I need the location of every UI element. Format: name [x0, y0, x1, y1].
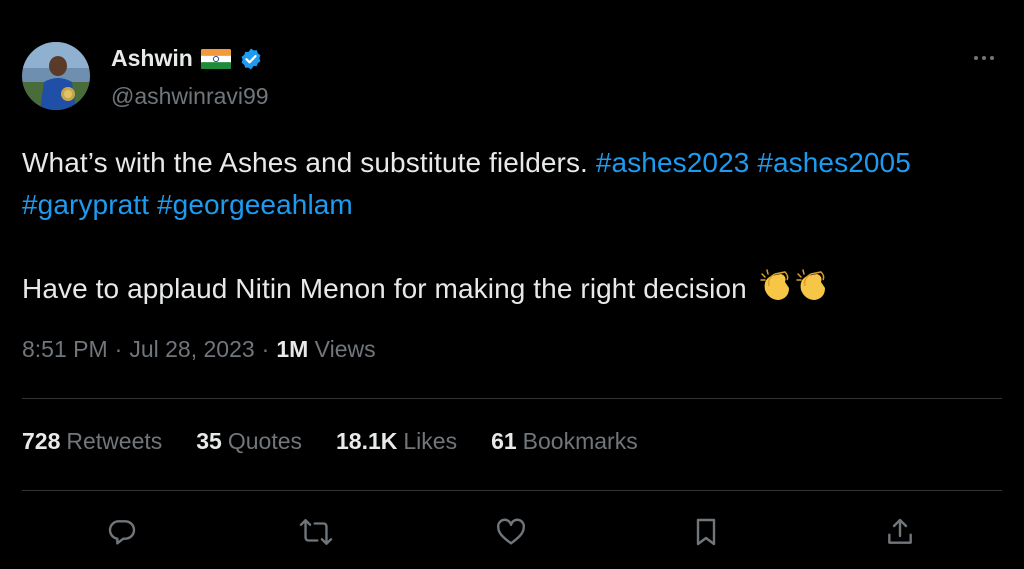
quotes-stat[interactable]: 35 Quotes [196, 428, 302, 455]
views-count: 1M [276, 336, 309, 362]
reply-icon [108, 520, 136, 545]
stat-count: 35 [196, 428, 222, 454]
like-icon [496, 518, 526, 545]
stat-label: Bookmarks [522, 428, 638, 454]
avatar[interactable] [22, 42, 90, 110]
bookmark-button[interactable] [688, 514, 724, 550]
divider [22, 490, 1002, 491]
stat-count: 728 [22, 428, 61, 454]
meta-separator: · [114, 336, 123, 362]
tweet-text-line1: What’s with the Ashes and substitute fie… [22, 147, 588, 178]
stat-count: 18.1K [336, 428, 398, 454]
reply-button[interactable] [104, 514, 140, 550]
stat-label: Likes [403, 428, 458, 454]
retweets-stat[interactable]: 728 Retweets [22, 428, 162, 455]
stat-label: Quotes [227, 428, 302, 454]
tweet-text: What’s with the Ashes and substitute fie… [22, 142, 1007, 316]
hashtag-link[interactable]: #georgeeahlam [157, 189, 353, 220]
author-display-name[interactable]: Ashwin [111, 45, 193, 72]
hashtag-link[interactable]: #ashes2005 [757, 147, 911, 178]
retweet-button[interactable] [298, 514, 334, 550]
bookmarks-stat[interactable]: 61 Bookmarks [491, 428, 638, 455]
action-bar [0, 506, 1024, 556]
tweet-date[interactable]: Jul 28, 2023 [129, 336, 254, 363]
tweet-text-line3: Have to applaud Nitin Menon for making t… [22, 273, 747, 304]
share-button[interactable] [882, 514, 918, 550]
bookmark-icon [696, 518, 716, 546]
views-label: Views [314, 336, 376, 362]
tweet-time[interactable]: 8:51 PM [22, 336, 108, 363]
clapping-hands-icon [759, 268, 831, 316]
like-button[interactable] [493, 514, 529, 550]
retweet-icon [299, 519, 333, 545]
divider [22, 398, 1002, 399]
hashtag-link[interactable]: #ashes2023 [596, 147, 750, 178]
tweet-detail: Ashwin @ashwinravi99 What’s with the Ash… [0, 0, 1024, 569]
more-options-button[interactable] [970, 44, 998, 72]
share-icon [888, 518, 912, 544]
tweet-meta: 8:51 PM · Jul 28, 2023 · 1M Views [22, 336, 376, 363]
meta-separator: · [261, 336, 270, 362]
views-stat: 1M Views [276, 336, 375, 363]
more-dots-icon [974, 56, 994, 60]
hashtag-link[interactable]: #garypratt [22, 189, 149, 220]
engagement-stats: 728 Retweets 35 Quotes 18.1K Likes 61 Bo… [22, 428, 638, 455]
verified-badge-icon[interactable] [239, 47, 263, 71]
stat-label: Retweets [66, 428, 163, 454]
author-name-row: Ashwin [111, 45, 263, 72]
india-flag-icon [200, 48, 231, 69]
likes-stat[interactable]: 18.1K Likes [336, 428, 457, 455]
stat-count: 61 [491, 428, 517, 454]
author-handle[interactable]: @ashwinravi99 [111, 83, 269, 110]
